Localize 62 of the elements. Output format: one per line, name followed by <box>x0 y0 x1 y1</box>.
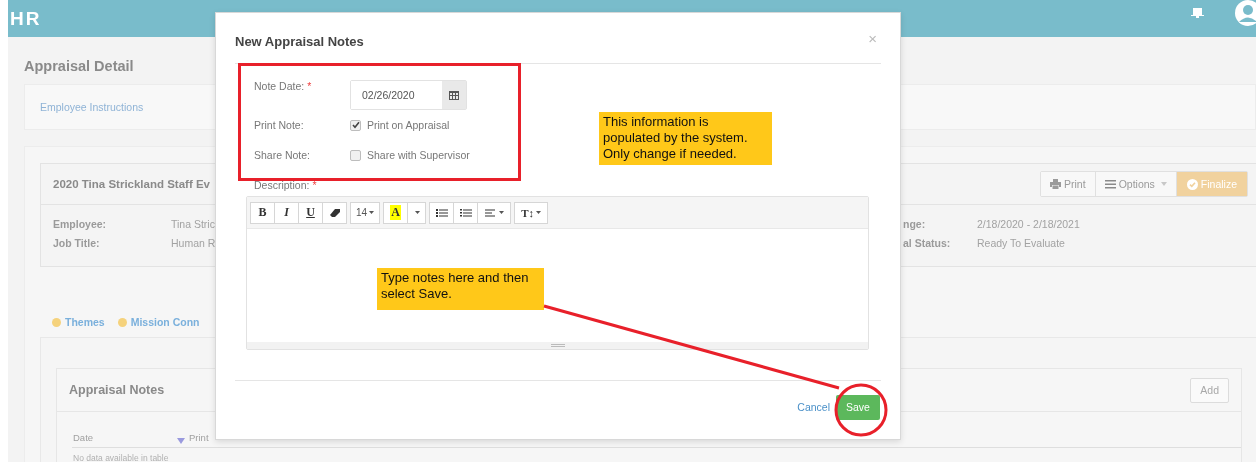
highlight-circle <box>834 383 888 437</box>
instructions-link[interactable]: Employee Instructions <box>40 101 144 113</box>
bullet-list-icon <box>435 207 448 218</box>
date-field[interactable]: 02/26/2020 <box>350 80 467 110</box>
field-label: al Status: <box>903 237 952 249</box>
checkbox[interactable] <box>350 119 361 131</box>
dialog-title: New Appraisal Notes <box>235 33 364 49</box>
numbered-list-icon <box>459 207 472 218</box>
field-label: Job Title: <box>53 237 101 249</box>
field-label: Share Note: <box>254 148 312 163</box>
finalize-button[interactable]: Finalize <box>1176 172 1247 196</box>
add-button[interactable]: Add <box>1190 377 1229 403</box>
caret-icon <box>498 211 504 214</box>
checkbox-label[interactable]: Share with Supervisor <box>367 149 470 161</box>
field-label: Note Date: * <box>254 80 313 94</box>
eraser-icon <box>328 207 341 218</box>
checkbox[interactable] <box>350 149 361 161</box>
notes-title: Appraisal Notes <box>69 383 165 397</box>
underline-button[interactable]: U <box>298 201 323 224</box>
printer-icon <box>1050 179 1062 189</box>
avatar-icon[interactable] <box>1234 0 1256 27</box>
callout-note: Type notes here and then select Save. <box>377 268 544 310</box>
calendar-icon[interactable] <box>449 90 459 100</box>
align-left-icon <box>484 207 497 218</box>
caret-icon <box>536 211 542 214</box>
checkbox-label[interactable]: Print on Appraisal <box>367 119 450 131</box>
numbered-list-button[interactable] <box>453 201 479 224</box>
caret-icon <box>415 211 421 214</box>
text-color-button[interactable]: A <box>383 201 409 224</box>
line-height-dropdown[interactable]: T↕ <box>514 201 549 224</box>
align-dropdown[interactable] <box>477 201 512 224</box>
appraisal-title: 2020 Tina Strickland Staff Ev <box>53 178 212 190</box>
caret-icon <box>369 211 375 214</box>
app-logo[interactable]: HR <box>10 7 42 30</box>
font-size-dropdown[interactable]: 14 <box>350 201 381 224</box>
menu-icon <box>1104 179 1116 189</box>
section-tab[interactable]: Mission Conn <box>117 316 200 328</box>
caret-icon <box>1160 182 1167 186</box>
page-title: Appraisal Detail <box>24 58 135 76</box>
check-circle-icon <box>1186 178 1198 190</box>
color-dropdown-button[interactable] <box>407 201 427 224</box>
section-tab[interactable]: Themes <box>52 316 105 328</box>
field-label: Employee: <box>53 218 108 230</box>
field-label: Print Note: <box>254 118 305 133</box>
callout-note: This information is populated by the system. Only change if needed. <box>599 112 772 165</box>
bullet-list-button[interactable] <box>429 201 455 224</box>
column-header[interactable]: Date <box>72 432 177 447</box>
cancel-link[interactable]: Cancel <box>797 401 830 413</box>
save-button[interactable]: Save <box>836 394 880 420</box>
field-value: Ready To Evaluate <box>977 237 1066 249</box>
resize-handle[interactable] <box>550 344 565 347</box>
bold-button[interactable]: B <box>250 201 275 224</box>
sort-icon[interactable] <box>177 438 185 444</box>
field-label: nge: <box>903 218 927 230</box>
field-value: 2/18/2020 - 2/18/2021 <box>977 218 1081 230</box>
column-header[interactable]: Print <box>189 432 209 447</box>
dropdown-button[interactable]: Options <box>1095 172 1177 196</box>
eraser-button[interactable] <box>322 201 347 224</box>
print-button[interactable]: Print <box>1041 172 1096 196</box>
close-button[interactable]: × <box>864 29 881 47</box>
field-label: Description: * <box>253 179 318 191</box>
italic-button[interactable]: I <box>274 201 299 224</box>
